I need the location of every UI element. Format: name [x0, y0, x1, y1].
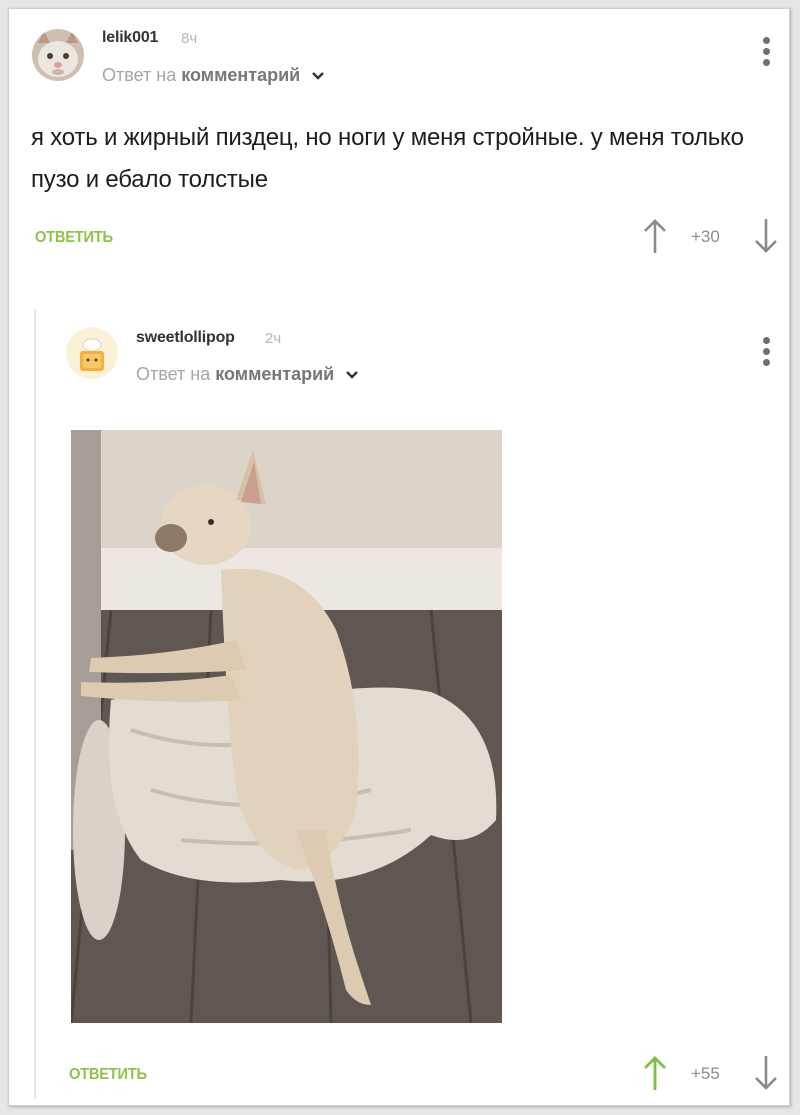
reply-to-link[interactable]: Ответ на комментарий — [136, 364, 359, 385]
cat-avatar-image — [32, 29, 84, 81]
rating-value: +55 — [691, 1064, 720, 1083]
downvote-arrow-icon[interactable] — [753, 217, 779, 255]
upvote-arrow-icon[interactable] — [642, 217, 668, 255]
chevron-down-icon — [346, 371, 359, 379]
more-vertical-icon[interactable] — [763, 37, 771, 71]
chevron-down-icon — [312, 72, 325, 80]
reply-to-target: комментарий — [181, 65, 301, 85]
timestamp: 8ч — [181, 30, 198, 47]
avatar[interactable] — [66, 327, 118, 379]
avatar[interactable] — [32, 29, 84, 81]
attached-image[interactable] — [71, 430, 502, 1023]
thread-indent-line — [34, 309, 36, 1099]
toast-avatar-image — [66, 327, 118, 379]
comments-panel: lelik001 8ч Ответ на комментарий я хоть … — [8, 8, 790, 1106]
username[interactable]: sweetlollipop — [136, 329, 235, 347]
reply-to-prefix: Ответ на — [102, 65, 177, 85]
comment-text: я хоть и жирный пиздец, но ноги у меня с… — [31, 124, 744, 193]
dog-standing-photo — [71, 430, 502, 1023]
reply-button[interactable]: ОТВЕТИТЬ — [69, 1066, 147, 1084]
reply-to-link[interactable]: Ответ на комментарий — [102, 65, 325, 86]
timestamp: 2ч — [265, 330, 282, 347]
rating-value: +30 — [691, 227, 720, 246]
upvote-arrow-icon[interactable] — [642, 1054, 668, 1092]
reply-to-prefix: Ответ на — [136, 364, 211, 384]
reply-to-target: комментарий — [215, 364, 335, 384]
downvote-arrow-icon[interactable] — [753, 1054, 779, 1092]
reply-button[interactable]: ОТВЕТИТЬ — [35, 229, 113, 247]
more-vertical-icon[interactable] — [763, 337, 771, 371]
username[interactable]: lelik001 — [102, 29, 158, 47]
